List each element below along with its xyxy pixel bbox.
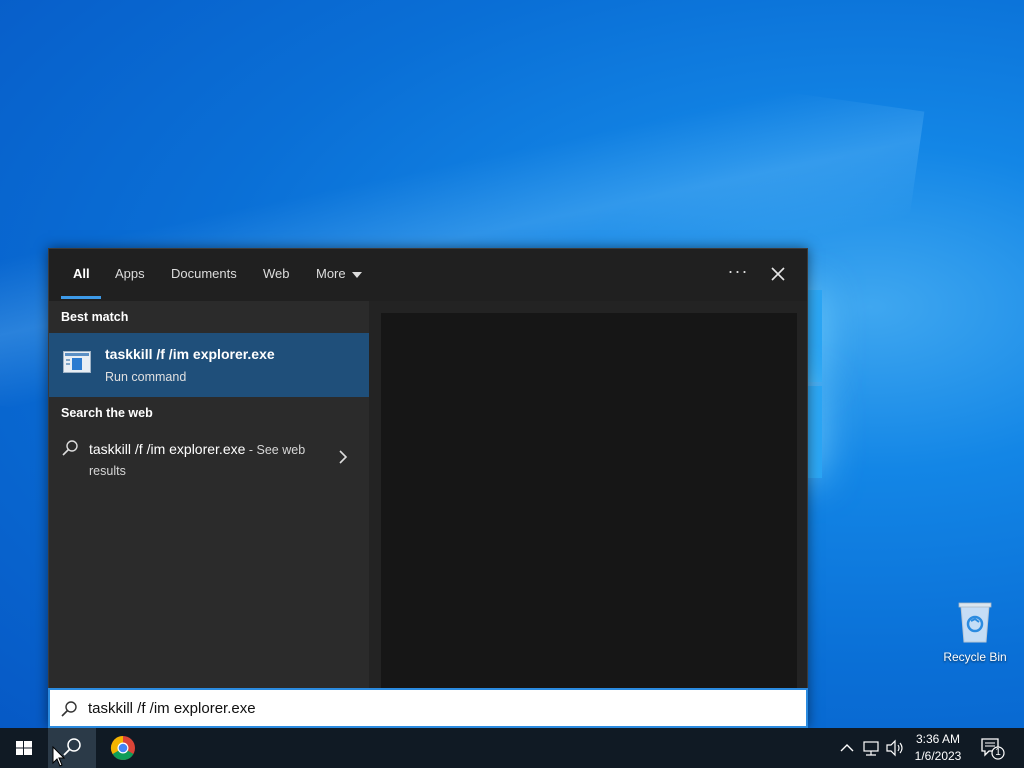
- tab-all[interactable]: All: [73, 249, 90, 301]
- best-match-title: taskkill /f /im explorer.exe: [105, 346, 275, 362]
- tab-web[interactable]: Web: [263, 249, 290, 301]
- chevron-right-icon[interactable]: [337, 449, 349, 465]
- notification-icon: [981, 738, 1005, 760]
- search-input[interactable]: [88, 690, 788, 726]
- close-icon[interactable]: [765, 261, 791, 287]
- best-match-heading: Best match: [61, 310, 129, 324]
- search-icon: [61, 439, 79, 457]
- search-tab-bar: All Apps Documents Web More ···: [49, 249, 807, 301]
- web-result-text: taskkill /f /im explorer.exe - See web r…: [89, 439, 309, 481]
- tab-apps[interactable]: Apps: [115, 249, 145, 301]
- taskbar-clock[interactable]: 3:36 AM 1/6/2023: [906, 731, 970, 765]
- chrome-taskbar-icon[interactable]: [100, 728, 146, 768]
- search-web-heading: Search the web: [61, 406, 153, 420]
- notification-center-button[interactable]: 1: [976, 734, 1008, 762]
- ellipsis-icon[interactable]: ···: [725, 261, 751, 287]
- preview-pane: [369, 301, 807, 689]
- recycle-bin-shortcut[interactable]: Recycle Bin: [940, 600, 1010, 664]
- search-icon: [60, 700, 78, 718]
- preview-content: [381, 313, 797, 689]
- best-match-subtitle: Run command: [105, 370, 187, 384]
- run-command-icon: [63, 351, 91, 373]
- network-icon[interactable]: [860, 728, 882, 768]
- search-panel: All Apps Documents Web More ··· Best mat…: [48, 248, 808, 728]
- recycle-bin-icon: [955, 600, 995, 644]
- tab-more-label: More: [316, 266, 346, 281]
- best-match-result[interactable]: taskkill /f /im explorer.exe Run command: [49, 333, 369, 397]
- clock-time: 3:36 AM: [915, 732, 961, 746]
- clock-date: 1/6/2023: [914, 749, 962, 763]
- web-search-result[interactable]: taskkill /f /im explorer.exe - See web r…: [49, 433, 369, 485]
- tab-documents[interactable]: Documents: [171, 249, 237, 301]
- web-result-query: taskkill /f /im explorer.exe: [89, 441, 246, 457]
- mouse-cursor-icon: [52, 745, 66, 768]
- notification-count: 1: [995, 747, 1001, 758]
- results-list: Best match taskkill /f /im explorer.exe …: [49, 301, 369, 689]
- search-box[interactable]: [48, 688, 808, 728]
- start-button[interactable]: [0, 728, 48, 768]
- show-hidden-icons-chevron-up-icon[interactable]: [838, 728, 856, 768]
- tab-more[interactable]: More: [316, 249, 362, 301]
- taskbar: 3:36 AM 1/6/2023 1: [0, 728, 1024, 768]
- caret-down-icon: [351, 271, 362, 278]
- volume-icon[interactable]: [884, 728, 906, 768]
- recycle-bin-label: Recycle Bin: [943, 650, 1007, 664]
- active-tab-indicator: [61, 296, 101, 299]
